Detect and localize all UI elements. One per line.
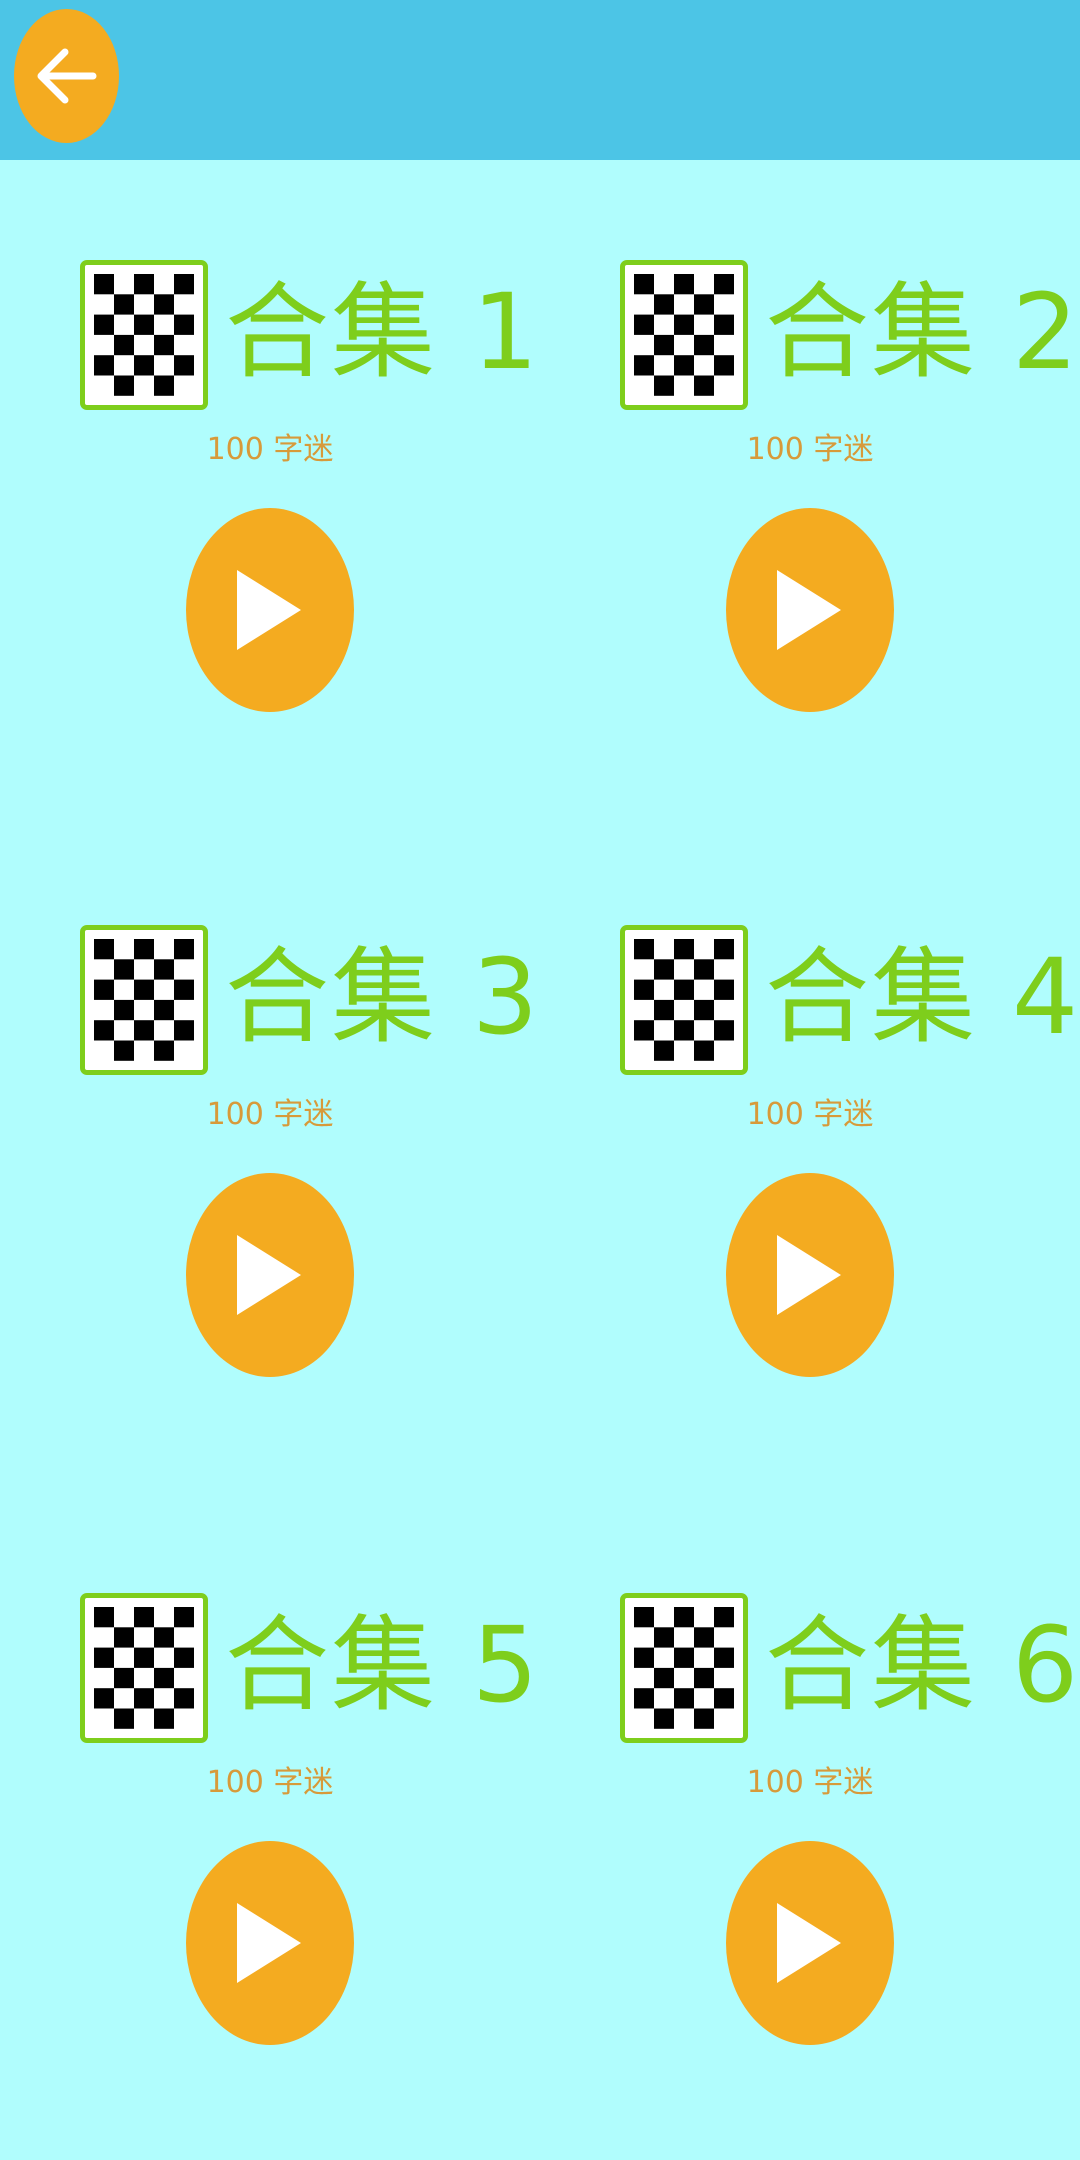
play-button[interactable] bbox=[186, 1841, 354, 2045]
collection-title: 合集 2 bbox=[765, 271, 1080, 393]
collection-subtitle: 100 字迷 bbox=[206, 432, 334, 467]
collection-title: 合集 4 bbox=[765, 936, 1080, 1058]
collection-title: 合集 5 bbox=[225, 1604, 541, 1726]
checkerboard-icon bbox=[80, 1593, 208, 1743]
collection-title: 合集 1 bbox=[225, 271, 541, 393]
play-button[interactable] bbox=[726, 508, 894, 712]
collection-card: 合集 4 100 字迷 bbox=[540, 925, 1080, 1405]
collection-title: 合集 3 bbox=[225, 936, 541, 1058]
play-button[interactable] bbox=[726, 1841, 894, 2045]
collection-title: 合集 6 bbox=[765, 1604, 1080, 1726]
collection-card: 合集 5 100 字迷 bbox=[0, 1593, 540, 2073]
checkerboard-icon bbox=[80, 925, 208, 1075]
back-button[interactable] bbox=[14, 9, 119, 143]
collection-subtitle: 100 字迷 bbox=[746, 1097, 874, 1132]
checkerboard-icon bbox=[80, 260, 208, 410]
collection-card: 合集 2 100 字迷 bbox=[540, 260, 1080, 740]
play-icon bbox=[237, 570, 301, 650]
collection-subtitle: 100 字迷 bbox=[206, 1765, 334, 1800]
collection-card: 合集 6 100 字迷 bbox=[540, 1593, 1080, 2073]
top-bar bbox=[0, 0, 1080, 160]
play-icon bbox=[777, 1903, 841, 1983]
checkerboard-icon bbox=[620, 1593, 748, 1743]
play-icon bbox=[777, 1235, 841, 1315]
play-button[interactable] bbox=[726, 1173, 894, 1377]
collection-subtitle: 100 字迷 bbox=[746, 1765, 874, 1800]
collection-subtitle: 100 字迷 bbox=[206, 1097, 334, 1132]
arrow-left-icon bbox=[37, 48, 96, 104]
play-button[interactable] bbox=[186, 1173, 354, 1377]
play-icon bbox=[237, 1235, 301, 1315]
play-icon bbox=[237, 1903, 301, 1983]
checkerboard-icon bbox=[620, 260, 748, 410]
play-icon bbox=[777, 570, 841, 650]
collection-subtitle: 100 字迷 bbox=[746, 432, 874, 467]
checkerboard-icon bbox=[620, 925, 748, 1075]
collection-card: 合集 1 100 字迷 bbox=[0, 260, 540, 740]
collection-card: 合集 3 100 字迷 bbox=[0, 925, 540, 1405]
play-button[interactable] bbox=[186, 508, 354, 712]
